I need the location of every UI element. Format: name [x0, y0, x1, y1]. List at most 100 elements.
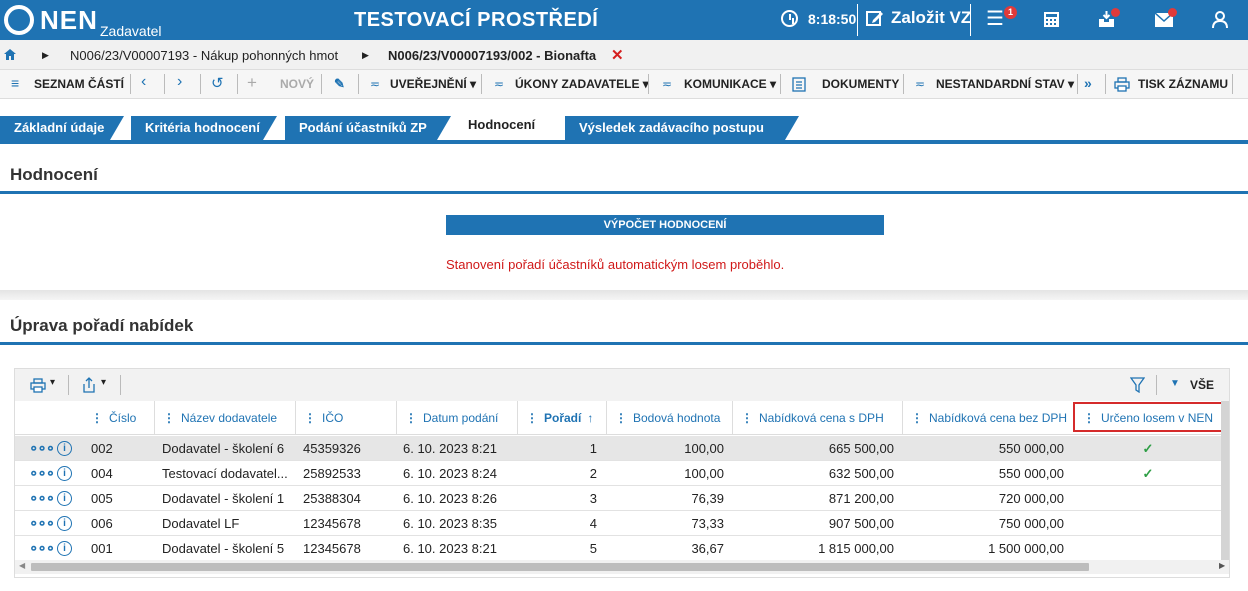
column-header-ico[interactable]: ⋮ IČO — [295, 401, 396, 435]
logo-text: NEN — [40, 4, 98, 35]
info-icon[interactable]: i — [57, 541, 72, 556]
close-icon[interactable]: ✕ — [611, 46, 624, 64]
nonstandard-icon: ≂ — [915, 77, 926, 91]
tab-bar: Základní údaje Kritéria hodnocení Podání… — [0, 106, 1248, 144]
cell-score: 100,00 — [684, 466, 724, 481]
cell-number: 002 — [91, 441, 113, 456]
vertical-scrollbar[interactable] — [1221, 401, 1229, 560]
notification-badge: 1 — [1004, 6, 1017, 19]
refresh-icon[interactable]: ↺ — [211, 74, 224, 92]
column-header-score[interactable]: ⋮ Bodová hodnota — [606, 401, 732, 435]
cell-date: 6. 10. 2023 8:24 — [403, 466, 497, 481]
row-actions-icon[interactable]: ∘∘∘ — [29, 486, 54, 511]
tab-result[interactable]: Výsledek zadávacího postupu — [565, 116, 799, 140]
previous-icon[interactable]: ‹ — [141, 73, 146, 91]
info-icon[interactable]: i — [57, 466, 72, 481]
document-icon — [792, 77, 806, 92]
cell-price-novat: 750 000,00 — [998, 516, 1064, 531]
print-button[interactable]: TISK ZÁZNAMU — [1138, 77, 1228, 91]
parts-list-button[interactable]: SEZNAM ČÁSTÍ — [34, 77, 124, 91]
logo-circle-icon — [4, 5, 34, 35]
tab-basic-info[interactable]: Základní údaje — [0, 116, 124, 140]
nen-logo[interactable]: NEN — [4, 5, 98, 35]
scrollbar-thumb[interactable] — [31, 563, 1089, 571]
column-header-order[interactable]: ⋮ Pořadí ↑ — [517, 401, 606, 435]
communication-menu[interactable]: KOMUNIKACE ▾ — [684, 77, 776, 91]
tab-criteria[interactable]: Kritéria hodnocení — [131, 116, 277, 140]
horizontal-scrollbar[interactable]: ◀ ▶ — [15, 560, 1229, 574]
acts-menu[interactable]: ÚKONY ZADAVATELE ▾ — [515, 77, 649, 91]
grid-header: ⋮ Číslo ⋮ Název dodavatele ⋮ IČO ⋮ Datum pod… — [15, 401, 1224, 435]
info-icon[interactable]: i — [57, 441, 72, 456]
scroll-right-icon[interactable]: ▶ — [1219, 561, 1225, 570]
column-header-supplier[interactable]: ⋮ Název dodavatele — [154, 401, 295, 435]
chevron-down-icon[interactable]: ▾ — [101, 377, 106, 388]
table-row[interactable]: ∘∘∘ i 001 Dodavatel - školení 5 12345678 6. 1… — [15, 536, 1221, 561]
export-icon[interactable] — [82, 377, 96, 393]
column-label: Bodová hodnota — [633, 411, 721, 425]
more-icon[interactable]: » — [1084, 75, 1092, 91]
section-divider — [0, 342, 1248, 345]
table-row[interactable]: ∘∘∘ i 005 Dodavatel - školení 1 25388304 6. 1… — [15, 486, 1221, 511]
column-header-price-vat[interactable]: ⋮ Nabídková cena s DPH — [732, 401, 902, 435]
column-header-price-novat[interactable]: ⋮ Nabídková cena bez DPH — [902, 401, 1072, 435]
table-row[interactable]: ∘∘∘ i 002 Dodavatel - školení 6 45359326 6. 1… — [15, 436, 1221, 461]
filter-all-label[interactable]: VŠE — [1190, 378, 1214, 392]
menu-icon[interactable]: ☰ — [986, 8, 1004, 30]
cell-date: 6. 10. 2023 8:26 — [403, 491, 497, 506]
publish-menu[interactable]: UVEŘEJNĚNÍ ▾ — [390, 77, 476, 91]
column-header-number[interactable]: ⋮ Číslo — [83, 401, 154, 435]
documents-button[interactable]: DOKUMENTY — [822, 77, 899, 91]
cell-supplier: Testovací dodavatel... — [162, 466, 288, 481]
cell-order: 2 — [589, 466, 597, 481]
top-bar: NEN Zadavatel TESTOVACÍ PROSTŘEDÍ 8:18:5… — [0, 0, 1248, 40]
calculator-icon[interactable] — [1043, 11, 1060, 28]
publish-icon: ≂ — [370, 77, 381, 91]
row-actions-icon[interactable]: ∘∘∘ — [29, 536, 54, 561]
column-header-date[interactable]: ⋮ Datum podání — [396, 401, 517, 435]
nonstandard-state-menu[interactable]: NESTANDARDNÍ STAV ▾ — [936, 77, 1074, 91]
cell-lottery: ✓ — [1142, 466, 1154, 481]
grid-print-icon[interactable] — [30, 378, 46, 393]
session-time: 8:18:50 — [808, 10, 857, 27]
table-row[interactable]: ∘∘∘ i 004 Testovací dodavatel... 25892533 6. … — [15, 461, 1221, 486]
home-icon[interactable] — [4, 49, 16, 60]
info-icon[interactable]: i — [57, 491, 72, 506]
filter-icon[interactable] — [1130, 377, 1145, 393]
cell-price-vat: 632 500,00 — [828, 466, 894, 481]
row-actions-icon[interactable]: ∘∘∘ — [29, 461, 54, 486]
cell-lottery — [1073, 486, 1223, 511]
row-actions-icon[interactable]: ∘∘∘ — [29, 436, 54, 461]
communication-label: KOMUNIKACE — [684, 77, 767, 91]
cell-supplier: Dodavatel - školení 1 — [162, 491, 285, 506]
breadcrumb-arrow-icon: ▶ — [362, 50, 369, 60]
table-row[interactable]: ∘∘∘ i 006 Dodavatel LF 12345678 6. 10. 2023 8… — [15, 511, 1221, 536]
chevron-down-icon[interactable]: ▼ — [1170, 378, 1180, 389]
row-actions-icon[interactable]: ∘∘∘ — [29, 511, 54, 536]
logo-subtitle: Zadavatel — [100, 23, 162, 39]
cell-number: 004 — [91, 466, 113, 481]
calculate-evaluation-button[interactable]: VÝPOČET HODNOCENÍ — [446, 215, 884, 235]
sort-ascending-icon: ↑ — [587, 411, 594, 425]
column-label: Nabídková cena bez DPH — [929, 411, 1068, 425]
breadcrumb-item-tender[interactable]: N006/23/V00007193 - Nákup pohonných hmot — [70, 48, 338, 63]
cell-score: 100,00 — [684, 441, 724, 456]
tab-label: Kritéria hodnocení — [145, 120, 260, 135]
create-tender-button[interactable]: Založit VZ — [866, 8, 971, 28]
info-icon[interactable]: i — [57, 516, 72, 531]
tab-evaluation[interactable]: Hodnocení — [454, 112, 574, 140]
next-icon[interactable]: › — [177, 73, 182, 91]
pencil-icon[interactable]: ✎ — [334, 76, 345, 92]
section-title-evaluation: Hodnocení — [10, 165, 98, 184]
scroll-left-icon[interactable]: ◀ — [19, 561, 25, 570]
chevron-down-icon[interactable]: ▾ — [50, 377, 55, 388]
offers-grid: ▾ ▾ ▼ VŠE ⋮ Číslo ⋮ Název dodavatele ⋮ IČO … — [14, 368, 1230, 578]
cell-price-novat: 1 500 000,00 — [988, 541, 1064, 556]
cell-ico: 12345678 — [303, 516, 361, 531]
tab-submissions[interactable]: Podání účastníků ZP — [285, 116, 451, 140]
column-header-lottery[interactable]: ⋮ Určeno losem v NEN — [1073, 402, 1224, 432]
user-icon[interactable] — [1212, 11, 1228, 28]
new-button: NOVÝ — [280, 77, 315, 91]
breadcrumb-item-part[interactable]: N006/23/V00007193/002 - Bionafta — [388, 48, 596, 63]
create-tender-label: Založit VZ — [891, 8, 972, 27]
